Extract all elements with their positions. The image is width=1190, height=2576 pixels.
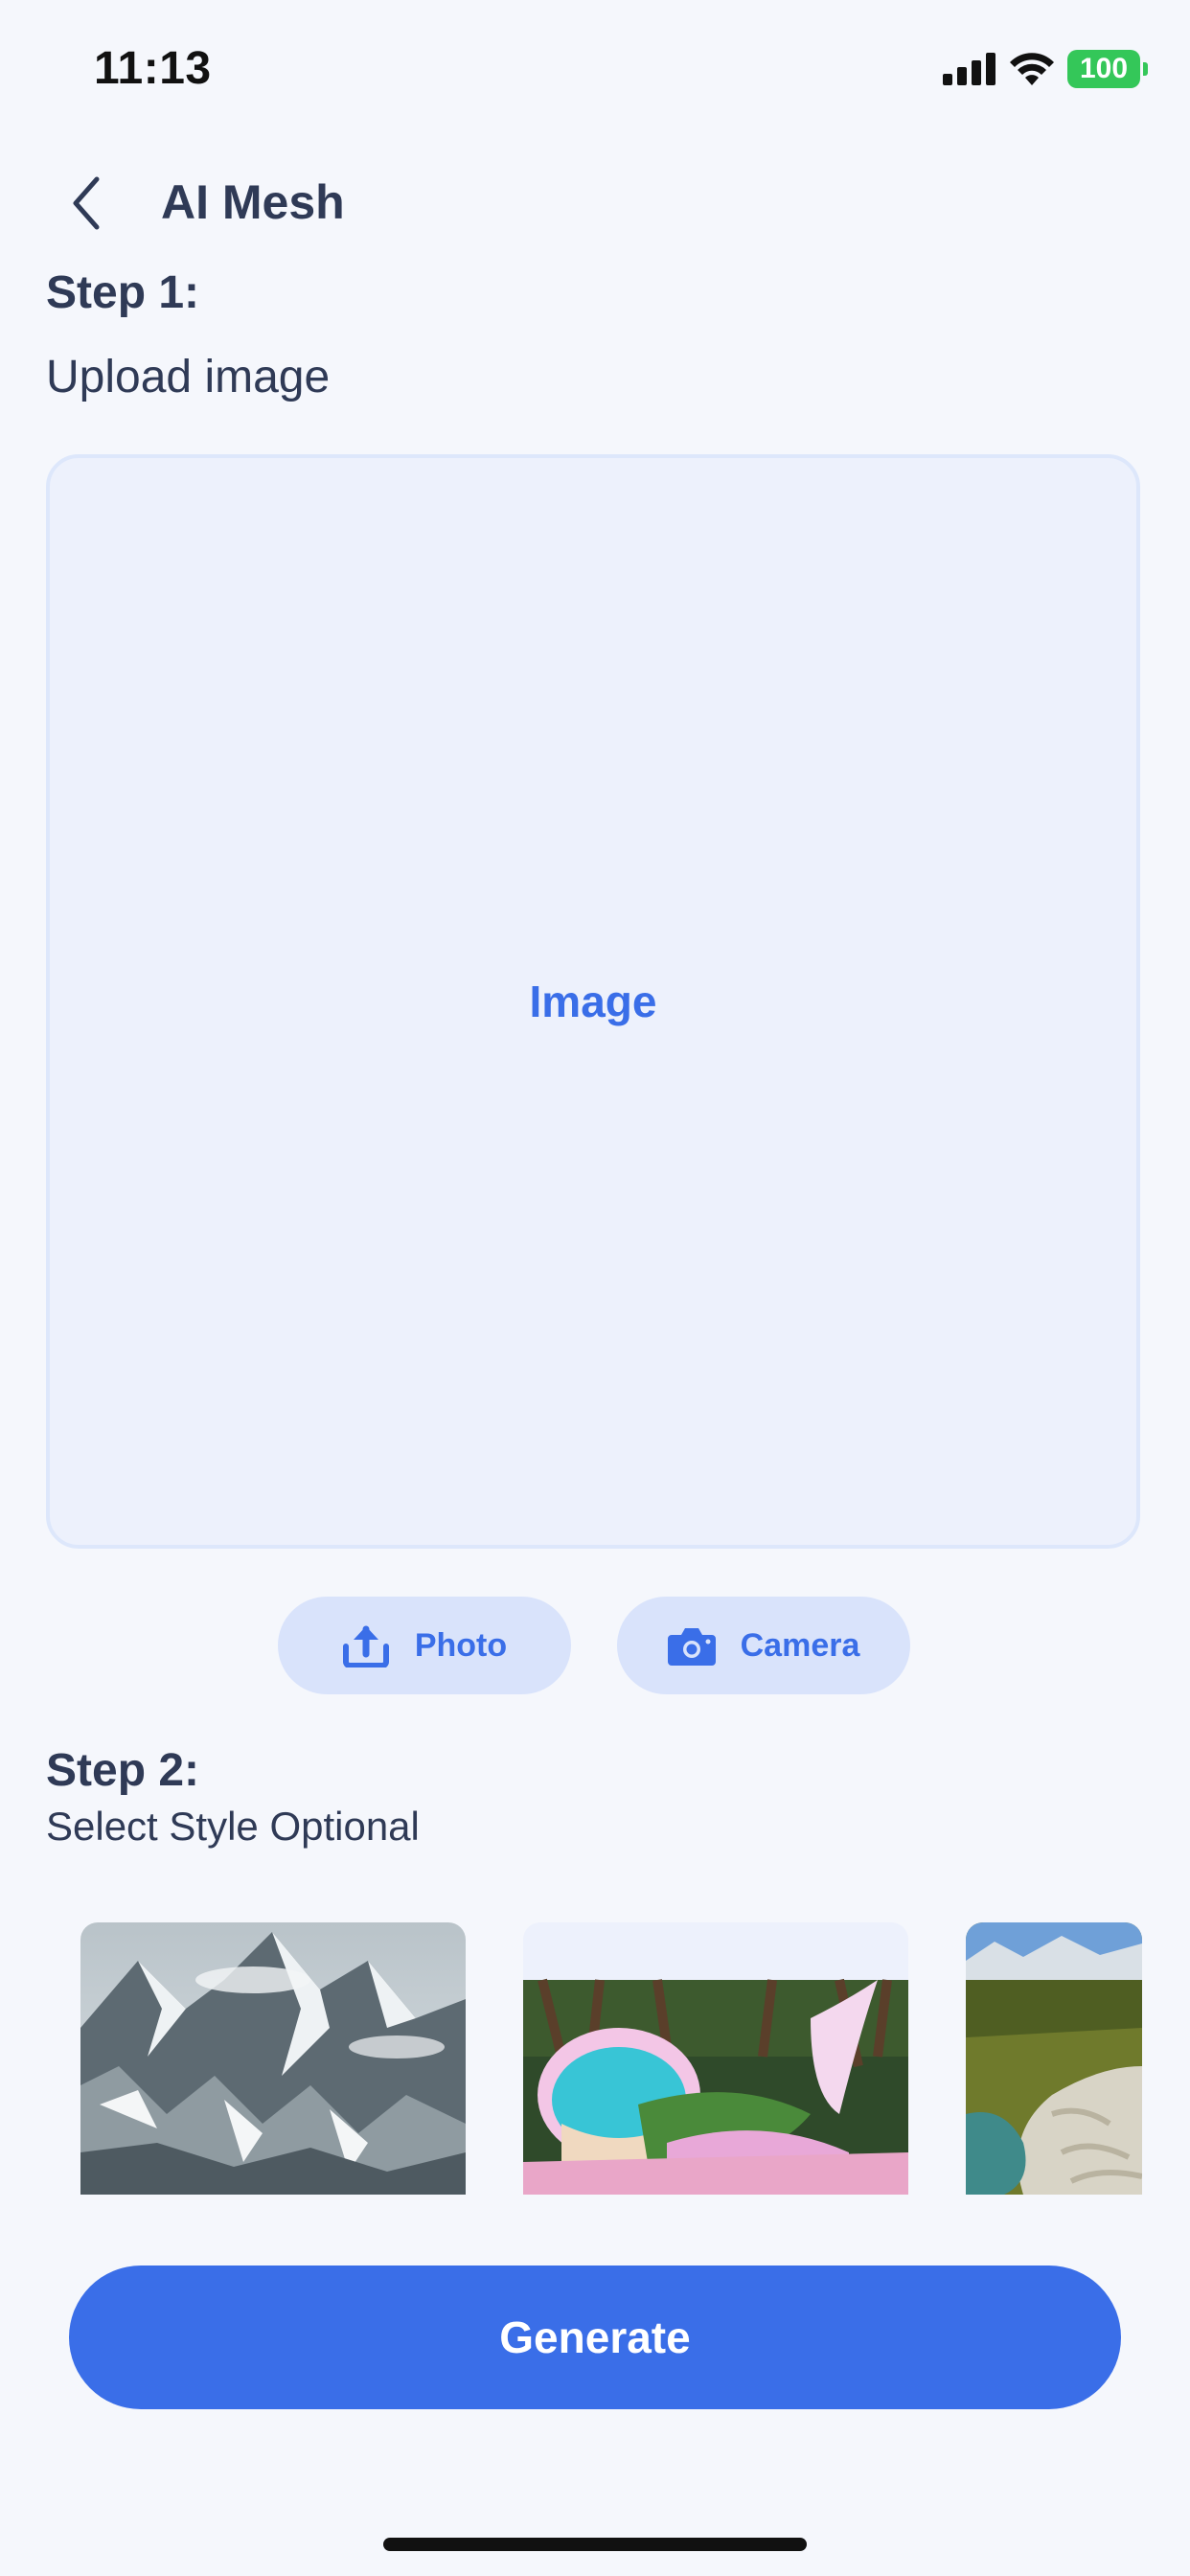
camera-icon — [667, 1628, 716, 1666]
battery-icon: 100 — [1067, 50, 1148, 88]
generate-button-label: Generate — [499, 2312, 691, 2362]
step2-title: Step 2: — [46, 1745, 200, 1796]
chevron-left-icon — [73, 176, 100, 230]
style-card-tropical-mermaid-tail[interactable] — [523, 1922, 908, 2195]
photo-button-label: Photo — [414, 1626, 508, 1664]
step1-title: Step 1: — [46, 267, 200, 318]
generate-button[interactable]: Generate — [69, 2266, 1121, 2409]
home-indicator — [383, 2538, 807, 2551]
aerial-river-valley-image — [966, 1922, 1142, 2195]
style-card-snowy-mountain[interactable] — [80, 1922, 466, 2195]
signal-icon — [943, 53, 995, 85]
snowy-mountain-image — [80, 1922, 466, 2195]
style-carousel[interactable] — [0, 1922, 1142, 2195]
status-bar: 11:13 100 — [0, 0, 1190, 134]
page-title: AI Mesh — [161, 175, 345, 229]
camera-button[interactable]: Camera — [617, 1597, 910, 1694]
camera-button-label: Camera — [740, 1626, 860, 1664]
status-time: 11:13 — [94, 43, 212, 94]
status-icons: 100 — [943, 50, 1148, 88]
step2-subtitle: Select Style Optional — [46, 1804, 420, 1849]
style-card-aerial-river-valley[interactable] — [966, 1922, 1142, 2195]
nav-bar: AI Mesh — [0, 153, 1190, 249]
photo-button[interactable]: Photo — [278, 1597, 571, 1694]
step1-subtitle: Upload image — [46, 352, 331, 402]
tropical-mermaid-tail-image — [523, 1922, 908, 2195]
image-upload-area[interactable]: Image — [46, 454, 1140, 1549]
wifi-icon — [1010, 53, 1054, 85]
back-button[interactable] — [57, 174, 115, 232]
battery-level: 100 — [1079, 53, 1129, 84]
image-placeholder-label: Image — [529, 977, 657, 1026]
upload-icon — [342, 1625, 389, 1668]
